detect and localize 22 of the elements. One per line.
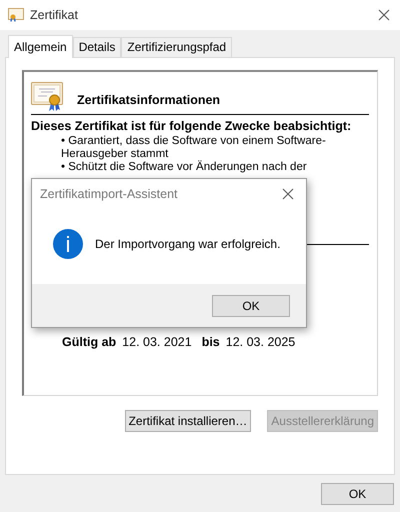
tab[interactable]: Allgemein <box>8 35 73 58</box>
tab[interactable]: Details <box>72 37 122 57</box>
dialog-title: Zertifikatimport-Assistent <box>40 187 179 201</box>
ok-button[interactable]: OK <box>212 294 290 316</box>
window-title: Zertifikat <box>30 8 79 22</box>
purpose-item: • Schützt die Software vor Änderungen nach der <box>61 161 308 174</box>
ok-button[interactable]: OK <box>321 483 394 505</box>
certificate-icon <box>8 8 24 22</box>
purpose-heading: Dieses Zertifikat ist für folgende Zwecke beabsichtigt: <box>31 119 352 133</box>
validity-label: Gültig ab <box>62 335 116 349</box>
close-icon[interactable] <box>280 186 296 202</box>
close-icon[interactable] <box>376 7 392 23</box>
validity-date: 12. 03. 2021 <box>122 335 192 349</box>
validity-label: bis <box>202 335 220 349</box>
install-button[interactable]: Zertifikat installieren… <box>124 410 252 432</box>
purpose-item: • Garantiert, dass die Software von einem Software-Herausgeber stammt <box>61 135 327 160</box>
section-heading: Zertifikatsinformationen <box>77 92 220 107</box>
validity-date: 12. 03. 2025 <box>226 335 296 349</box>
info-icon <box>53 228 83 258</box>
certificate-icon <box>31 82 65 112</box>
tab[interactable]: Zertifizierungspfad <box>121 37 232 57</box>
dialog-message: Der Importvorgang war erfolgreich. <box>95 236 280 250</box>
